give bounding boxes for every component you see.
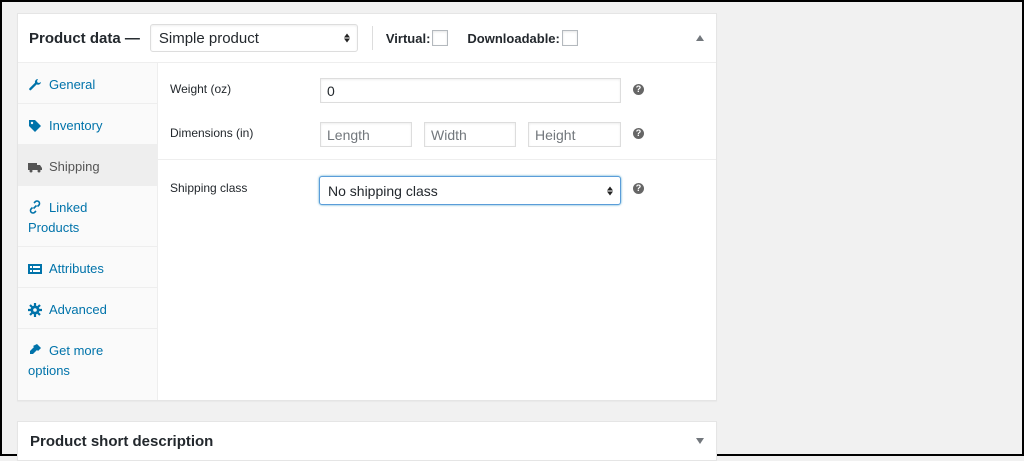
product-data-tabs: General Inventory Shipping Linked Produc…: [18, 63, 158, 400]
length-input[interactable]: Length: [320, 122, 412, 147]
tab-get-more-line2: options: [28, 363, 70, 378]
truck-icon: [28, 163, 42, 173]
gear-icon: [28, 303, 42, 317]
shipping-panel: Weight (oz) 0 ? Dimensions (in) Length W…: [158, 63, 716, 400]
dimensions-help-icon[interactable]: ?: [633, 128, 644, 139]
height-placeholder: Height: [535, 126, 576, 143]
shipping-class-help-icon[interactable]: ?: [633, 183, 644, 194]
width-input[interactable]: Width: [424, 122, 516, 147]
product-data-title: Product data —: [29, 29, 140, 47]
tab-get-more-options[interactable]: Get more options: [18, 329, 157, 390]
list-icon: [28, 264, 42, 274]
tab-linked-line1: Linked: [49, 200, 88, 215]
tab-linked-products[interactable]: Linked Products: [18, 186, 157, 247]
product-type-select[interactable]: Simple product: [149, 24, 358, 52]
width-placeholder: Width: [431, 126, 467, 143]
select-arrows-icon: [607, 186, 613, 195]
tab-get-more-line1: Get more: [49, 343, 104, 358]
product-data-panels: General Inventory Shipping Linked Produc…: [18, 63, 716, 400]
product-data-box: Product data — Simple product Virtual: D…: [17, 13, 717, 401]
height-input[interactable]: Height: [528, 122, 621, 147]
weight-input[interactable]: 0: [320, 78, 621, 103]
wrench-icon: [29, 78, 41, 91]
tab-general-label: General: [49, 77, 96, 92]
virtual-checkbox[interactable]: [432, 30, 449, 46]
downloadable-checkbox[interactable]: [561, 30, 578, 46]
select-arrows-icon: [343, 33, 350, 43]
expand-toggle-icon[interactable]: [696, 438, 704, 444]
tag-icon: [29, 120, 41, 132]
weight-label: Weight (oz): [170, 82, 232, 96]
product-type-value: Simple product: [158, 29, 259, 47]
weight-help-icon[interactable]: ?: [633, 84, 644, 95]
header-divider: [371, 26, 373, 50]
downloadable-label: Downloadable:: [467, 30, 560, 46]
short-description-box: Product short description: [17, 421, 717, 461]
tab-advanced-label: Advanced: [49, 302, 107, 317]
product-data-header: Product data — Simple product Virtual: D…: [18, 14, 716, 63]
tab-inventory-label: Inventory: [49, 118, 103, 133]
panel-divider: [158, 159, 716, 160]
tab-attributes[interactable]: Attributes: [18, 247, 157, 288]
dimensions-label: Dimensions (in): [170, 126, 254, 140]
tab-inventory[interactable]: Inventory: [18, 104, 157, 145]
tab-linked-line2: Products: [28, 220, 80, 235]
tab-get-more-text: Get more options: [28, 341, 103, 390]
collapse-toggle-icon[interactable]: [696, 35, 704, 41]
tab-linked-products-text: Linked Products: [28, 198, 87, 246]
shipping-class-select[interactable]: No shipping class: [319, 176, 621, 205]
short-description-header[interactable]: Product short description: [18, 422, 716, 460]
short-description-title: Product short description: [30, 432, 214, 450]
shipping-class-value: No shipping class: [328, 182, 438, 199]
downloadable-option[interactable]: Downloadable:: [467, 30, 578, 46]
tab-general[interactable]: General: [18, 63, 157, 104]
tab-shipping-label: Shipping: [49, 159, 100, 174]
length-placeholder: Length: [327, 126, 370, 143]
tab-advanced[interactable]: Advanced: [18, 288, 157, 329]
plugin-icon: [30, 344, 41, 354]
virtual-option[interactable]: Virtual:: [386, 30, 449, 46]
virtual-label: Virtual:: [385, 30, 431, 46]
shipping-class-label: Shipping class: [170, 181, 248, 195]
link-icon: [29, 200, 41, 214]
weight-value: 0: [327, 82, 335, 99]
tab-shipping[interactable]: Shipping: [18, 145, 157, 186]
tab-attributes-label: Attributes: [49, 261, 104, 276]
